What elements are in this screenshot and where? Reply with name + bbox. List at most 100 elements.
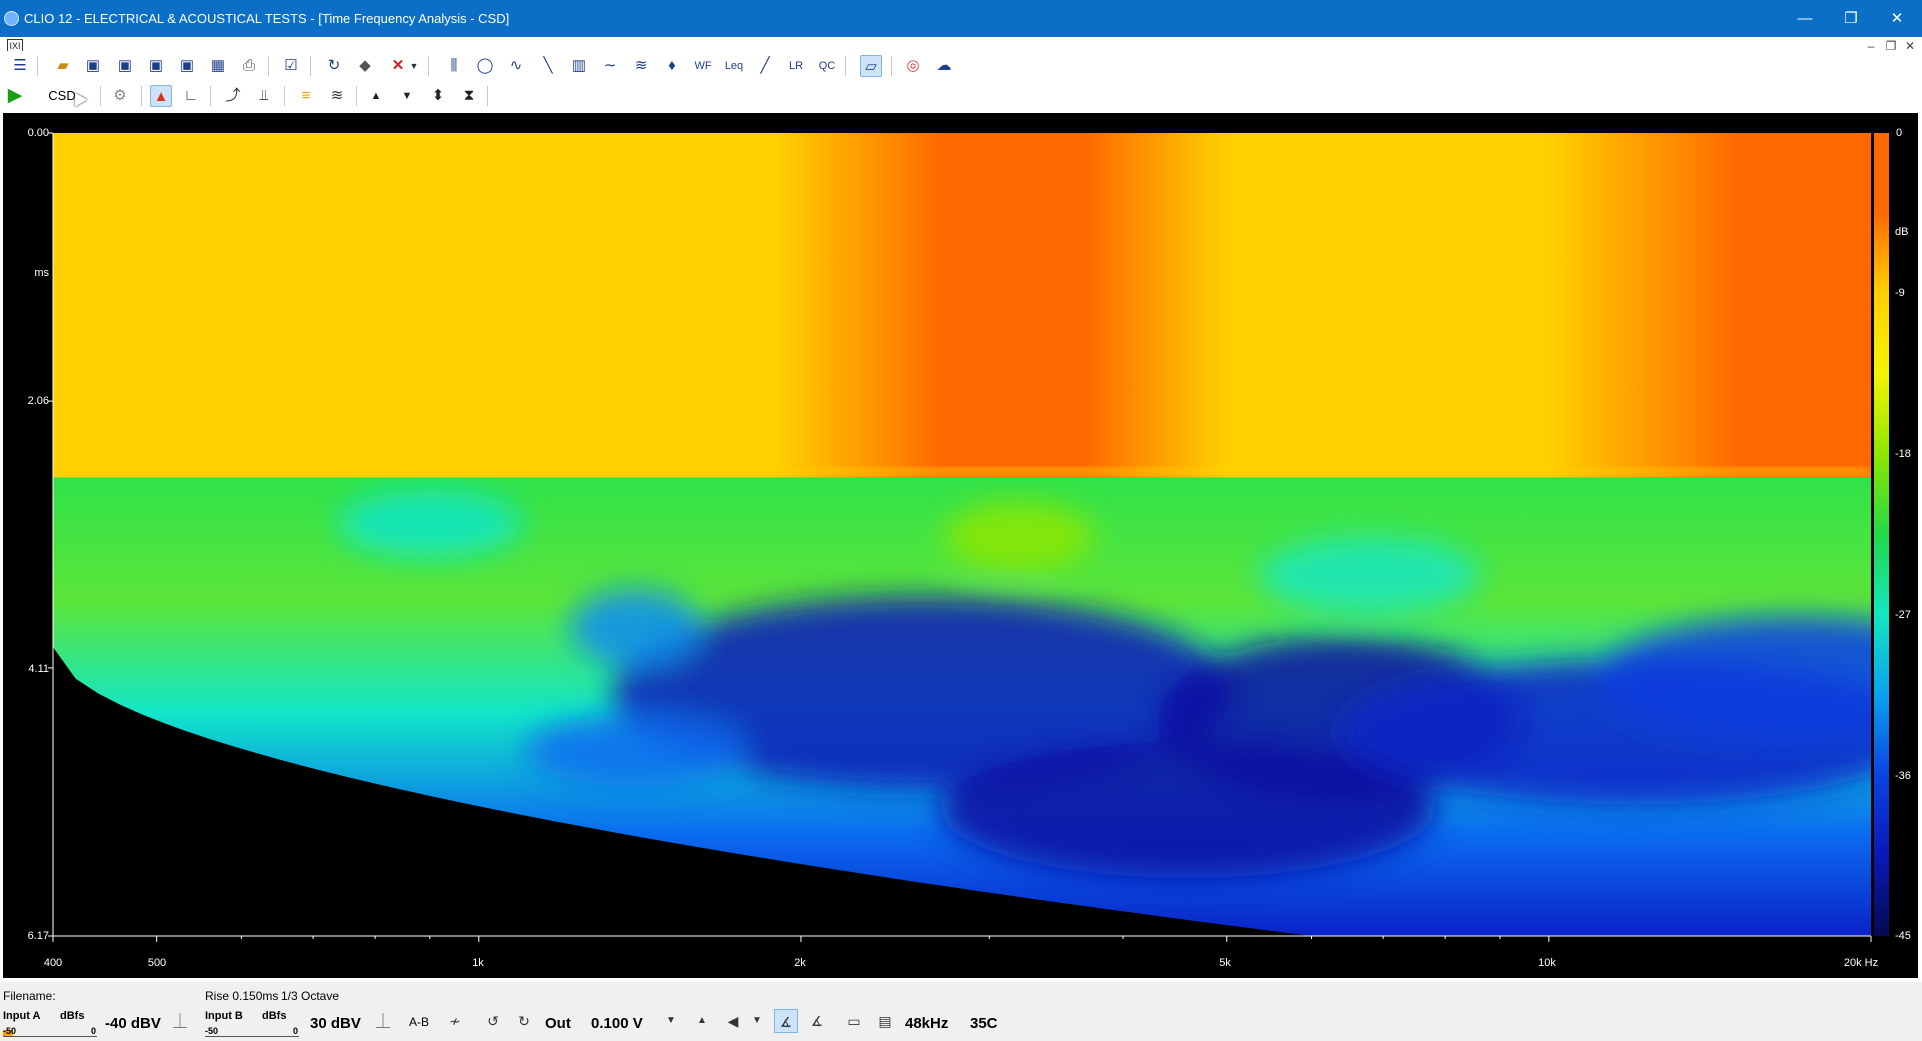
microphone-icon[interactable]: ♦ [661,55,683,77]
dropdown-icon[interactable]: ▼ [408,55,420,77]
color-scale-icon[interactable]: ≡ [295,85,317,107]
input-b-scale-max: 0 [293,1026,299,1036]
axis-icon[interactable]: ∟ [180,85,202,107]
y-tick-label: 0.00 [27,127,49,139]
toolbar-separator [284,86,285,106]
checklist-icon[interactable]: ☑ [280,55,302,77]
colorbar-tick-label: -18 [1895,448,1911,460]
initial-energy-band [53,133,1871,478]
toolbar-separator [210,86,211,106]
save-icon[interactable]: ▣ [82,55,104,77]
csd-toolbar: ▶ CSD ⚙ ▲ ∟ ⤴ ⫫ ≡ ≋ ▲ ▼ ⬍ ⧗ [0,81,1922,111]
print-icon[interactable]: ⎙ [238,55,260,77]
loop-a-icon[interactable]: ↺ [481,1009,505,1033]
input-b-range[interactable]: 30 dBV [310,1015,361,1032]
open-folder-icon[interactable]: ▰ [52,55,74,77]
input-a-level-meter [3,1030,97,1037]
menu-icon[interactable]: ☰ [9,55,31,77]
close-button[interactable]: ✕ [1874,0,1920,37]
csd-plot-panel[interactable]: 0.00 ms 2.06 4.11 6.17 0 dB -9 -18 -27 -… [3,113,1918,978]
speaker-dropdown-icon[interactable]: ▼ [745,1009,769,1033]
app-icon [4,11,19,26]
toolbar-separator [845,56,846,76]
device-icon[interactable]: ▤ [873,1009,897,1033]
lr-icon[interactable]: LR [785,55,807,77]
colorbar-tick-label: 0 [1896,127,1903,139]
sine-wave-icon[interactable]: ∼ [599,55,621,77]
output-level-dropdown-icon[interactable]: ▼ [659,1009,683,1033]
heatmap-area [53,133,1871,936]
calendar-icon[interactable]: ▦ [207,55,229,77]
decay-blob [1258,536,1481,615]
generator-a-icon[interactable]: ∡ [774,1009,798,1033]
restore-button[interactable]: ❐ [1828,0,1874,37]
toolbar-separator [487,86,488,106]
eraser-icon[interactable]: ◆ [354,55,376,77]
decay-blob [337,489,523,558]
fft-icon[interactable]: ∿ [505,55,527,77]
phantom-power-icon[interactable]: ≁ [443,1009,467,1033]
mls-icon[interactable]: ⫼ [443,55,465,77]
arrow-down-icon[interactable]: ▼ [396,85,418,107]
decay-blob [569,588,701,667]
input-a-scale-max: 0 [91,1026,97,1036]
main-toolbar: ☰ ▰ ▣ ▣ ▣ ▣ ▦ ⎙ ☑ ↻ ◆ ✕ ▼ ⫼ ◯ ∿ ╲ ▥ ∼ ≋ … [0,51,1922,81]
toolbar-separator [141,86,142,106]
loop-b-icon[interactable]: ↻ [512,1009,536,1033]
play-icon[interactable]: ▶ [4,85,26,107]
export-icon[interactable]: ▣ [145,55,167,77]
refresh-icon[interactable]: ↻ [323,55,345,77]
settings-gear-icon[interactable]: ⚙ [109,85,131,107]
x-tick-label: 400 [43,957,63,969]
waterfall-mode-icon[interactable]: ≋ [326,85,348,107]
arrow-up-icon[interactable]: ▲ [365,85,387,107]
about-icon[interactable]: ☁ [933,55,955,77]
output-label: Out [545,1015,571,1032]
leq-icon[interactable]: Leq [723,55,745,77]
overlay-settings-icon[interactable]: ⫫ [253,85,275,107]
x-tick-label: 2k [794,957,806,969]
input-a-unit-label: dBfs [60,1010,85,1022]
window-title: CLIO 12 - ELECTRICAL & ACOUSTICAL TESTS … [24,11,510,26]
sinusoidal-icon[interactable]: ◯ [474,55,496,77]
help-lifebuoy-icon[interactable]: ◎ [902,55,924,77]
toolbar-separator [310,56,311,76]
input-b-level-meter [205,1030,299,1037]
generator-b-icon[interactable]: ∡ [805,1009,829,1033]
title-bar: CLIO 12 - ELECTRICAL & ACOUSTICAL TESTS … [0,0,1922,37]
waterfall-icon[interactable]: WF [692,55,714,77]
input-a-coupling-icon[interactable]: ⏊ [168,1009,192,1033]
wave-icon[interactable]: ≋ [630,55,652,77]
minimize-button[interactable]: — [1782,0,1828,37]
compress-icon[interactable]: ⧗ [458,85,480,107]
qc-icon[interactable]: QC [816,55,838,77]
colorbar-tick-label: -36 [1895,770,1911,782]
colorbar-tick-label: -27 [1895,609,1911,621]
input-a-range[interactable]: -40 dBV [105,1015,161,1032]
colorbar [1874,133,1889,936]
pen-icon[interactable]: ╱ [754,55,776,77]
sample-rate[interactable]: 48kHz [905,1015,948,1032]
input-b-coupling-icon[interactable]: ⏊ [371,1009,395,1033]
color-map-icon[interactable]: ▲ [150,85,172,107]
spectrum-icon[interactable]: ▥ [568,55,590,77]
input-b-unit-label: dBfs [262,1010,287,1022]
output-level[interactable]: 0.100 V [591,1015,643,1032]
ruler-icon[interactable]: ▱ [860,55,882,77]
a-minus-b-button[interactable]: A-B [409,1015,429,1029]
toolbar-separator [356,86,357,106]
measure-line-icon[interactable]: ╲ [537,55,559,77]
save-all-icon[interactable]: ▣ [176,55,198,77]
colorbar-tick-label: -45 [1895,930,1911,942]
expand-icon[interactable]: ⬍ [427,85,449,107]
csd-chart[interactable] [3,113,1918,978]
output-up-icon[interactable]: ▲ [690,1009,714,1033]
hardware-icon[interactable]: ▭ [842,1009,866,1033]
y-tick-label: 6.17 [27,930,49,942]
save-as-icon[interactable]: ▣ [114,55,136,77]
load-overlay-icon[interactable]: ⤴ [222,85,244,107]
speaker-icon[interactable]: ◀ [721,1009,745,1033]
x-tick-label: 10k [1538,957,1556,969]
stop-icon[interactable]: ✕ [387,55,409,77]
toolbar-separator [428,56,429,76]
